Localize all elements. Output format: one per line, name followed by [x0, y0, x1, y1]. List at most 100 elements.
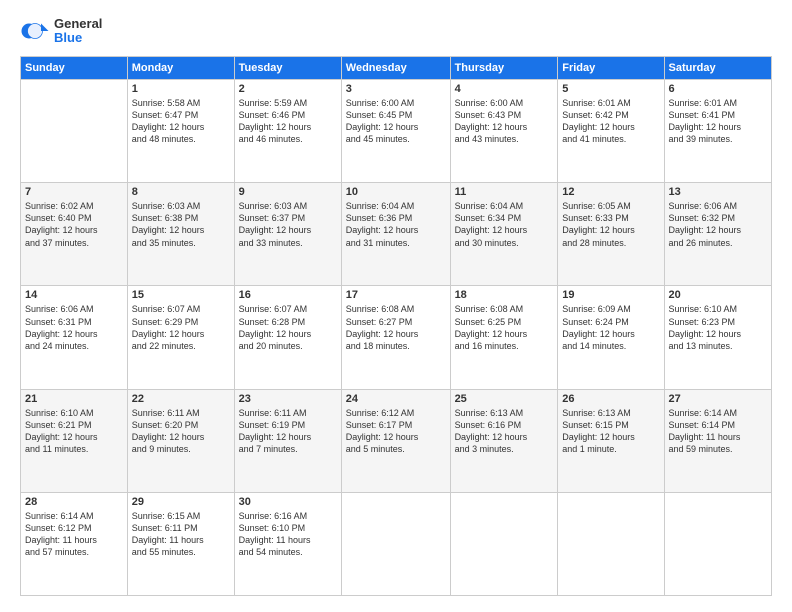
day-cell-23: 23Sunrise: 6:11 AM Sunset: 6:19 PM Dayli… [234, 389, 341, 492]
day-info: Sunrise: 6:08 AM Sunset: 6:25 PM Dayligh… [455, 303, 554, 352]
empty-cell [558, 492, 664, 595]
calendar-header: SundayMondayTuesdayWednesdayThursdayFrid… [21, 57, 772, 80]
day-cell-21: 21Sunrise: 6:10 AM Sunset: 6:21 PM Dayli… [21, 389, 128, 492]
day-header-monday: Monday [127, 57, 234, 80]
day-number: 4 [455, 83, 554, 95]
day-number: 28 [25, 496, 123, 508]
day-info: Sunrise: 6:00 AM Sunset: 6:45 PM Dayligh… [346, 97, 446, 146]
day-number: 13 [669, 186, 767, 198]
day-info: Sunrise: 6:10 AM Sunset: 6:21 PM Dayligh… [25, 407, 123, 456]
day-info: Sunrise: 6:06 AM Sunset: 6:32 PM Dayligh… [669, 200, 767, 249]
logo-general: General [54, 17, 102, 31]
day-cell-1: 1 Sunrise: 5:58 AM Sunset: 6:47 PM Daylig… [127, 80, 234, 183]
day-info: Sunrise: 6:13 AM Sunset: 6:15 PM Dayligh… [562, 407, 659, 456]
day-number: 27 [669, 393, 767, 405]
day-header-sunday: Sunday [21, 57, 128, 80]
day-number: 7 [25, 186, 123, 198]
day-info: Sunrise: 6:09 AM Sunset: 6:24 PM Dayligh… [562, 303, 659, 352]
calendar-body: 1 Sunrise: 5:58 AM Sunset: 6:47 PM Daylig… [21, 80, 772, 596]
empty-cell [341, 492, 450, 595]
day-cell-13: 13 Sunrise: 6:06 AM Sunset: 6:32 PM Dayli… [664, 183, 771, 286]
day-cell-14: 14 Sunrise: 6:06 AM Sunset: 6:31 PM Dayli… [21, 286, 128, 389]
logo-text: General Blue [54, 17, 102, 46]
day-number: 18 [455, 289, 554, 301]
day-info: Sunrise: 6:03 AM Sunset: 6:37 PM Dayligh… [239, 200, 337, 249]
day-info: Sunrise: 5:59 AM Sunset: 6:46 PM Dayligh… [239, 97, 337, 146]
day-number: 15 [132, 289, 230, 301]
day-number: 10 [346, 186, 446, 198]
day-number: 26 [562, 393, 659, 405]
day-info: Sunrise: 6:11 AM Sunset: 6:20 PM Dayligh… [132, 407, 230, 456]
day-info: Sunrise: 6:08 AM Sunset: 6:27 PM Dayligh… [346, 303, 446, 352]
day-number: 29 [132, 496, 230, 508]
day-number: 23 [239, 393, 337, 405]
day-number: 24 [346, 393, 446, 405]
day-number: 11 [455, 186, 554, 198]
day-cell-17: 17Sunrise: 6:08 AM Sunset: 6:27 PM Dayli… [341, 286, 450, 389]
day-info: Sunrise: 6:02 AM Sunset: 6:40 PM Dayligh… [25, 200, 123, 249]
day-number: 30 [239, 496, 337, 508]
day-cell-5: 5Sunrise: 6:01 AM Sunset: 6:42 PM Daylig… [558, 80, 664, 183]
day-info: Sunrise: 6:14 AM Sunset: 6:12 PM Dayligh… [25, 510, 123, 559]
day-cell-29: 29 Sunrise: 6:15 AM Sunset: 6:11 PM Dayli… [127, 492, 234, 595]
day-number: 14 [25, 289, 123, 301]
day-info: Sunrise: 6:06 AM Sunset: 6:31 PM Dayligh… [25, 303, 123, 352]
day-cell-19: 19 Sunrise: 6:09 AM Sunset: 6:24 PM Dayli… [558, 286, 664, 389]
day-header-friday: Friday [558, 57, 664, 80]
day-cell-24: 24 Sunrise: 6:12 AM Sunset: 6:17 PM Dayli… [341, 389, 450, 492]
week-row: 28 Sunrise: 6:14 AM Sunset: 6:12 PM Dayli… [21, 492, 772, 595]
calendar: SundayMondayTuesdayWednesdayThursdayFrid… [20, 56, 772, 596]
day-info: Sunrise: 6:10 AM Sunset: 6:23 PM Dayligh… [669, 303, 767, 352]
day-cell-25: 25Sunrise: 6:13 AM Sunset: 6:16 PM Dayli… [450, 389, 558, 492]
day-info: Sunrise: 6:07 AM Sunset: 6:28 PM Dayligh… [239, 303, 337, 352]
day-cell-11: 11 Sunrise: 6:04 AM Sunset: 6:34 PM Dayli… [450, 183, 558, 286]
day-info: Sunrise: 6:12 AM Sunset: 6:17 PM Dayligh… [346, 407, 446, 456]
week-row: 21Sunrise: 6:10 AM Sunset: 6:21 PM Dayli… [21, 389, 772, 492]
day-number: 9 [239, 186, 337, 198]
day-cell-8: 8Sunrise: 6:03 AM Sunset: 6:38 PM Daylig… [127, 183, 234, 286]
day-number: 12 [562, 186, 659, 198]
week-row: 7 Sunrise: 6:02 AM Sunset: 6:40 PM Daylig… [21, 183, 772, 286]
empty-cell [450, 492, 558, 595]
day-cell-20: 20Sunrise: 6:10 AM Sunset: 6:23 PM Dayli… [664, 286, 771, 389]
logo-blue: Blue [54, 31, 102, 45]
day-cell-12: 12 Sunrise: 6:05 AM Sunset: 6:33 PM Dayli… [558, 183, 664, 286]
day-cell-3: 3Sunrise: 6:00 AM Sunset: 6:45 PM Daylig… [341, 80, 450, 183]
logo: General Blue [20, 16, 102, 46]
day-cell-15: 15 Sunrise: 6:07 AM Sunset: 6:29 PM Dayli… [127, 286, 234, 389]
day-info: Sunrise: 6:04 AM Sunset: 6:36 PM Dayligh… [346, 200, 446, 249]
day-info: Sunrise: 5:58 AM Sunset: 6:47 PM Dayligh… [132, 97, 230, 146]
day-info: Sunrise: 6:03 AM Sunset: 6:38 PM Dayligh… [132, 200, 230, 249]
day-info: Sunrise: 6:15 AM Sunset: 6:11 PM Dayligh… [132, 510, 230, 559]
day-cell-26: 26 Sunrise: 6:13 AM Sunset: 6:15 PM Dayli… [558, 389, 664, 492]
day-number: 16 [239, 289, 337, 301]
day-number: 22 [132, 393, 230, 405]
day-info: Sunrise: 6:04 AM Sunset: 6:34 PM Dayligh… [455, 200, 554, 249]
day-cell-27: 27 Sunrise: 6:14 AM Sunset: 6:14 PM Dayli… [664, 389, 771, 492]
day-info: Sunrise: 6:01 AM Sunset: 6:42 PM Dayligh… [562, 97, 659, 146]
day-number: 2 [239, 83, 337, 95]
day-header-wednesday: Wednesday [341, 57, 450, 80]
day-info: Sunrise: 6:00 AM Sunset: 6:43 PM Dayligh… [455, 97, 554, 146]
day-info: Sunrise: 6:07 AM Sunset: 6:29 PM Dayligh… [132, 303, 230, 352]
day-cell-7: 7 Sunrise: 6:02 AM Sunset: 6:40 PM Daylig… [21, 183, 128, 286]
day-number: 1 [132, 83, 230, 95]
day-cell-28: 28 Sunrise: 6:14 AM Sunset: 6:12 PM Dayli… [21, 492, 128, 595]
day-number: 19 [562, 289, 659, 301]
day-info: Sunrise: 6:05 AM Sunset: 6:33 PM Dayligh… [562, 200, 659, 249]
day-cell-22: 22 Sunrise: 6:11 AM Sunset: 6:20 PM Dayli… [127, 389, 234, 492]
day-cell-10: 10 Sunrise: 6:04 AM Sunset: 6:36 PM Dayli… [341, 183, 450, 286]
day-info: Sunrise: 6:16 AM Sunset: 6:10 PM Dayligh… [239, 510, 337, 559]
day-cell-6: 6Sunrise: 6:01 AM Sunset: 6:41 PM Daylig… [664, 80, 771, 183]
day-header-saturday: Saturday [664, 57, 771, 80]
day-cell-4: 4 Sunrise: 6:00 AM Sunset: 6:43 PM Daylig… [450, 80, 558, 183]
header: General Blue [20, 16, 772, 46]
day-cell-18: 18 Sunrise: 6:08 AM Sunset: 6:25 PM Dayli… [450, 286, 558, 389]
day-header-thursday: Thursday [450, 57, 558, 80]
days-row: SundayMondayTuesdayWednesdayThursdayFrid… [21, 57, 772, 80]
day-info: Sunrise: 6:01 AM Sunset: 6:41 PM Dayligh… [669, 97, 767, 146]
empty-cell [664, 492, 771, 595]
day-cell-9: 9 Sunrise: 6:03 AM Sunset: 6:37 PM Daylig… [234, 183, 341, 286]
day-info: Sunrise: 6:14 AM Sunset: 6:14 PM Dayligh… [669, 407, 767, 456]
logo-icon [20, 16, 50, 46]
